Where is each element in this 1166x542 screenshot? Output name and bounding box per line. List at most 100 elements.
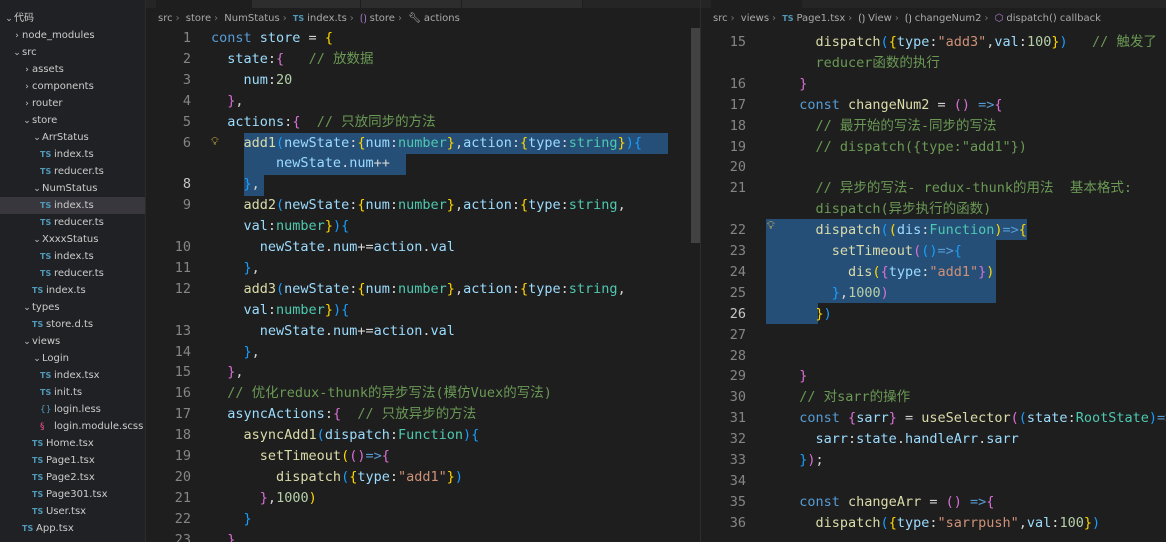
code-line[interactable]: 21 // 异步的写法- redux-thunk的用法 基本格式:	[701, 178, 1166, 199]
right-editor[interactable]: src › views › TS Page1.tsx › ⟮⟯ View › ⟮⟯ chang…	[701, 8, 1166, 542]
breadcrumb-numstatus[interactable]: NumStatus	[224, 13, 279, 24]
code-line[interactable]: 29 }	[701, 366, 1166, 387]
code-line[interactable]: 18 asyncAdd1(dispatch:Function){	[146, 425, 700, 446]
code-line[interactable]: 31 const {sarr} = useSelector((state:Roo…	[701, 408, 1166, 429]
breadcrumb-actions[interactable]: actions	[424, 13, 460, 24]
explorer-item[interactable]: ⌄代码	[0, 10, 145, 27]
explorer-item[interactable]: ⌄store	[0, 112, 145, 129]
left-editor[interactable]: src › store › NumStatus › TS index.ts › ⟮⟯ sto…	[146, 8, 700, 542]
code-line[interactable]: 19 // dispatch({type:"add1"})	[701, 137, 1166, 158]
code-line[interactable]: 26 })	[701, 304, 1166, 325]
code-line[interactable]: 32 sarr:state.handleArr.sarr	[701, 429, 1166, 450]
code-line[interactable]: val:number}){	[146, 300, 700, 321]
code-line[interactable]: 22 dispatch((dis:Function)=>{	[701, 220, 1166, 241]
explorer-item[interactable]: TS index.ts	[0, 146, 145, 163]
code-line[interactable]: 28	[701, 346, 1166, 367]
explorer-item[interactable]: › components	[0, 78, 145, 95]
explorer-item[interactable]: TS index.ts	[0, 197, 145, 214]
code-line[interactable]: 34	[701, 471, 1166, 492]
breadcrumb-views[interactable]: views	[741, 13, 769, 24]
tab-index-ts[interactable]	[156, 0, 252, 8]
code-line[interactable]: 12 add3(newState:{num:number},action:{ty…	[146, 279, 700, 300]
code-line[interactable]: 20	[701, 157, 1166, 178]
breadcrumb-view[interactable]: View	[868, 13, 892, 24]
explorer-item[interactable]: TS Page301.tsx	[0, 486, 145, 503]
code-line[interactable]: 16 // 优化redux-thunk的异步写法(模仿Vuex的写法)	[146, 383, 700, 404]
explorer-item[interactable]: ⌄NumStatus	[0, 180, 145, 197]
explorer-item[interactable]: ⌄src	[0, 44, 145, 61]
explorer-item[interactable]: › node_modules	[0, 27, 145, 44]
code-line[interactable]: 9 add2(newState:{num:number},action:{typ…	[146, 195, 700, 216]
code-line[interactable]: 18 // 最开始的写法-同步的写法	[701, 116, 1166, 137]
code-line[interactable]: 23 setTimeout(()=>{	[701, 241, 1166, 262]
code-line[interactable]: 1 const store = {	[146, 28, 700, 49]
code-line[interactable]: 13 newState.num+=action.val	[146, 321, 700, 342]
code-line[interactable]: 16 }	[701, 74, 1166, 95]
code-line[interactable]: 21 },1000)	[146, 488, 700, 509]
code-line[interactable]: 36 dispatch({type:"sarrpush",val:100})	[701, 513, 1166, 534]
code-line[interactable]: 25 },1000)	[701, 283, 1166, 304]
breadcrumb-store[interactable]: store	[186, 13, 211, 24]
code-line[interactable]: 6 add1(newState:{num:number},action:{typ…	[146, 133, 700, 154]
explorer-item[interactable]: TS init.ts	[0, 384, 145, 401]
explorer-item[interactable]: {} login.less	[0, 401, 145, 418]
code-line[interactable]: 17 asyncActions:{ // 只放异步的方法	[146, 404, 700, 425]
code-line[interactable]: 24 dis({type:"add1"})	[701, 262, 1166, 283]
breadcrumb-index-ts[interactable]: index.ts	[307, 13, 347, 24]
code-line[interactable]: 5 actions:{ // 只放同步的方法	[146, 112, 700, 133]
breadcrumb-store-symbol[interactable]: store	[370, 13, 395, 24]
explorer-item[interactable]: TS reducer.ts	[0, 214, 145, 231]
tab-unnamed-3[interactable]	[361, 0, 462, 8]
code-line[interactable]: 20 dispatch({type:"add1"})	[146, 467, 700, 488]
code-line[interactable]: 4 },	[146, 91, 700, 112]
tab-indexts-actions[interactable]	[252, 0, 361, 8]
breadcrumb-page1-tsx[interactable]: Page1.tsx	[796, 13, 845, 24]
code-line[interactable]: 17 const changeNum2 = () =>{	[701, 95, 1166, 116]
explorer-item[interactable]: › assets	[0, 61, 145, 78]
left-scrollbar-thumb[interactable]	[691, 28, 700, 243]
code-line[interactable]: 35 const changeArr = () =>{	[701, 492, 1166, 513]
code-line[interactable]: 14 },	[146, 342, 700, 363]
explorer-item[interactable]: TS index.ts	[0, 248, 145, 265]
explorer-item[interactable]: § login.module.scss	[0, 418, 145, 435]
tab-page1-tsx[interactable]	[711, 0, 802, 8]
code-line[interactable]: 2 state:{ // 放数据	[146, 49, 700, 70]
code-line[interactable]: newState.num++	[146, 153, 700, 174]
breadcrumb-dispatch-callback[interactable]: dispatch() callback	[1006, 13, 1101, 24]
breadcrumb-changenum2[interactable]: changeNum2	[915, 13, 982, 24]
explorer-item[interactable]: TS store.d.ts	[0, 316, 145, 333]
explorer-item[interactable]: TS Page1.tsx	[0, 452, 145, 469]
explorer-item[interactable]: ⌄types	[0, 299, 145, 316]
code-line[interactable]: 10 newState.num+=action.val	[146, 237, 700, 258]
explorer-item[interactable]: ⌄views	[0, 333, 145, 350]
code-line[interactable]: val:number}){	[146, 216, 700, 237]
explorer-item[interactable]: TS User.tsx	[0, 503, 145, 520]
explorer-item[interactable]: ⌄ArrStatus	[0, 129, 145, 146]
explorer-item[interactable]: TS reducer.ts	[0, 163, 145, 180]
tab-unnamed-4[interactable]	[462, 0, 583, 8]
explorer-item[interactable]: TS Page2.tsx	[0, 469, 145, 486]
code-line[interactable]: 33 });	[701, 450, 1166, 471]
explorer-item[interactable]: ⌄Login	[0, 350, 145, 367]
code-line[interactable]: 22 }	[146, 509, 700, 530]
code-line[interactable]: 8 },	[146, 174, 700, 195]
code-line[interactable]: 15 },	[146, 362, 700, 383]
breadcrumb-src[interactable]: src	[713, 13, 728, 24]
code-line[interactable]: 19 setTimeout(()=>{	[146, 446, 700, 467]
explorer-item[interactable]: TS App.tsx	[0, 520, 145, 537]
code-line[interactable]: 30 // 对sarr的操作	[701, 387, 1166, 408]
explorer-item[interactable]: › router	[0, 95, 145, 112]
code-line[interactable]: 27	[701, 325, 1166, 346]
explorer-item[interactable]: TS index.ts	[0, 282, 145, 299]
code-line[interactable]: 15 dispatch({type:"add3",val:100}) // 触发…	[701, 32, 1166, 53]
code-line[interactable]: dispatch(异步执行的函数)	[701, 199, 1166, 220]
explorer-item[interactable]: TS reducer.ts	[0, 265, 145, 282]
explorer-item[interactable]: TS index.tsx	[0, 367, 145, 384]
explorer-item[interactable]: TS Home.tsx	[0, 435, 145, 452]
breadcrumb-src[interactable]: src	[158, 13, 173, 24]
code-line[interactable]: 23 },	[146, 530, 700, 542]
code-line[interactable]: 3 num:20	[146, 70, 700, 91]
code-line[interactable]: 11 },	[146, 258, 700, 279]
explorer-item[interactable]: ⌄XxxxStatus	[0, 231, 145, 248]
code-line[interactable]: reducer函数的执行	[701, 53, 1166, 74]
